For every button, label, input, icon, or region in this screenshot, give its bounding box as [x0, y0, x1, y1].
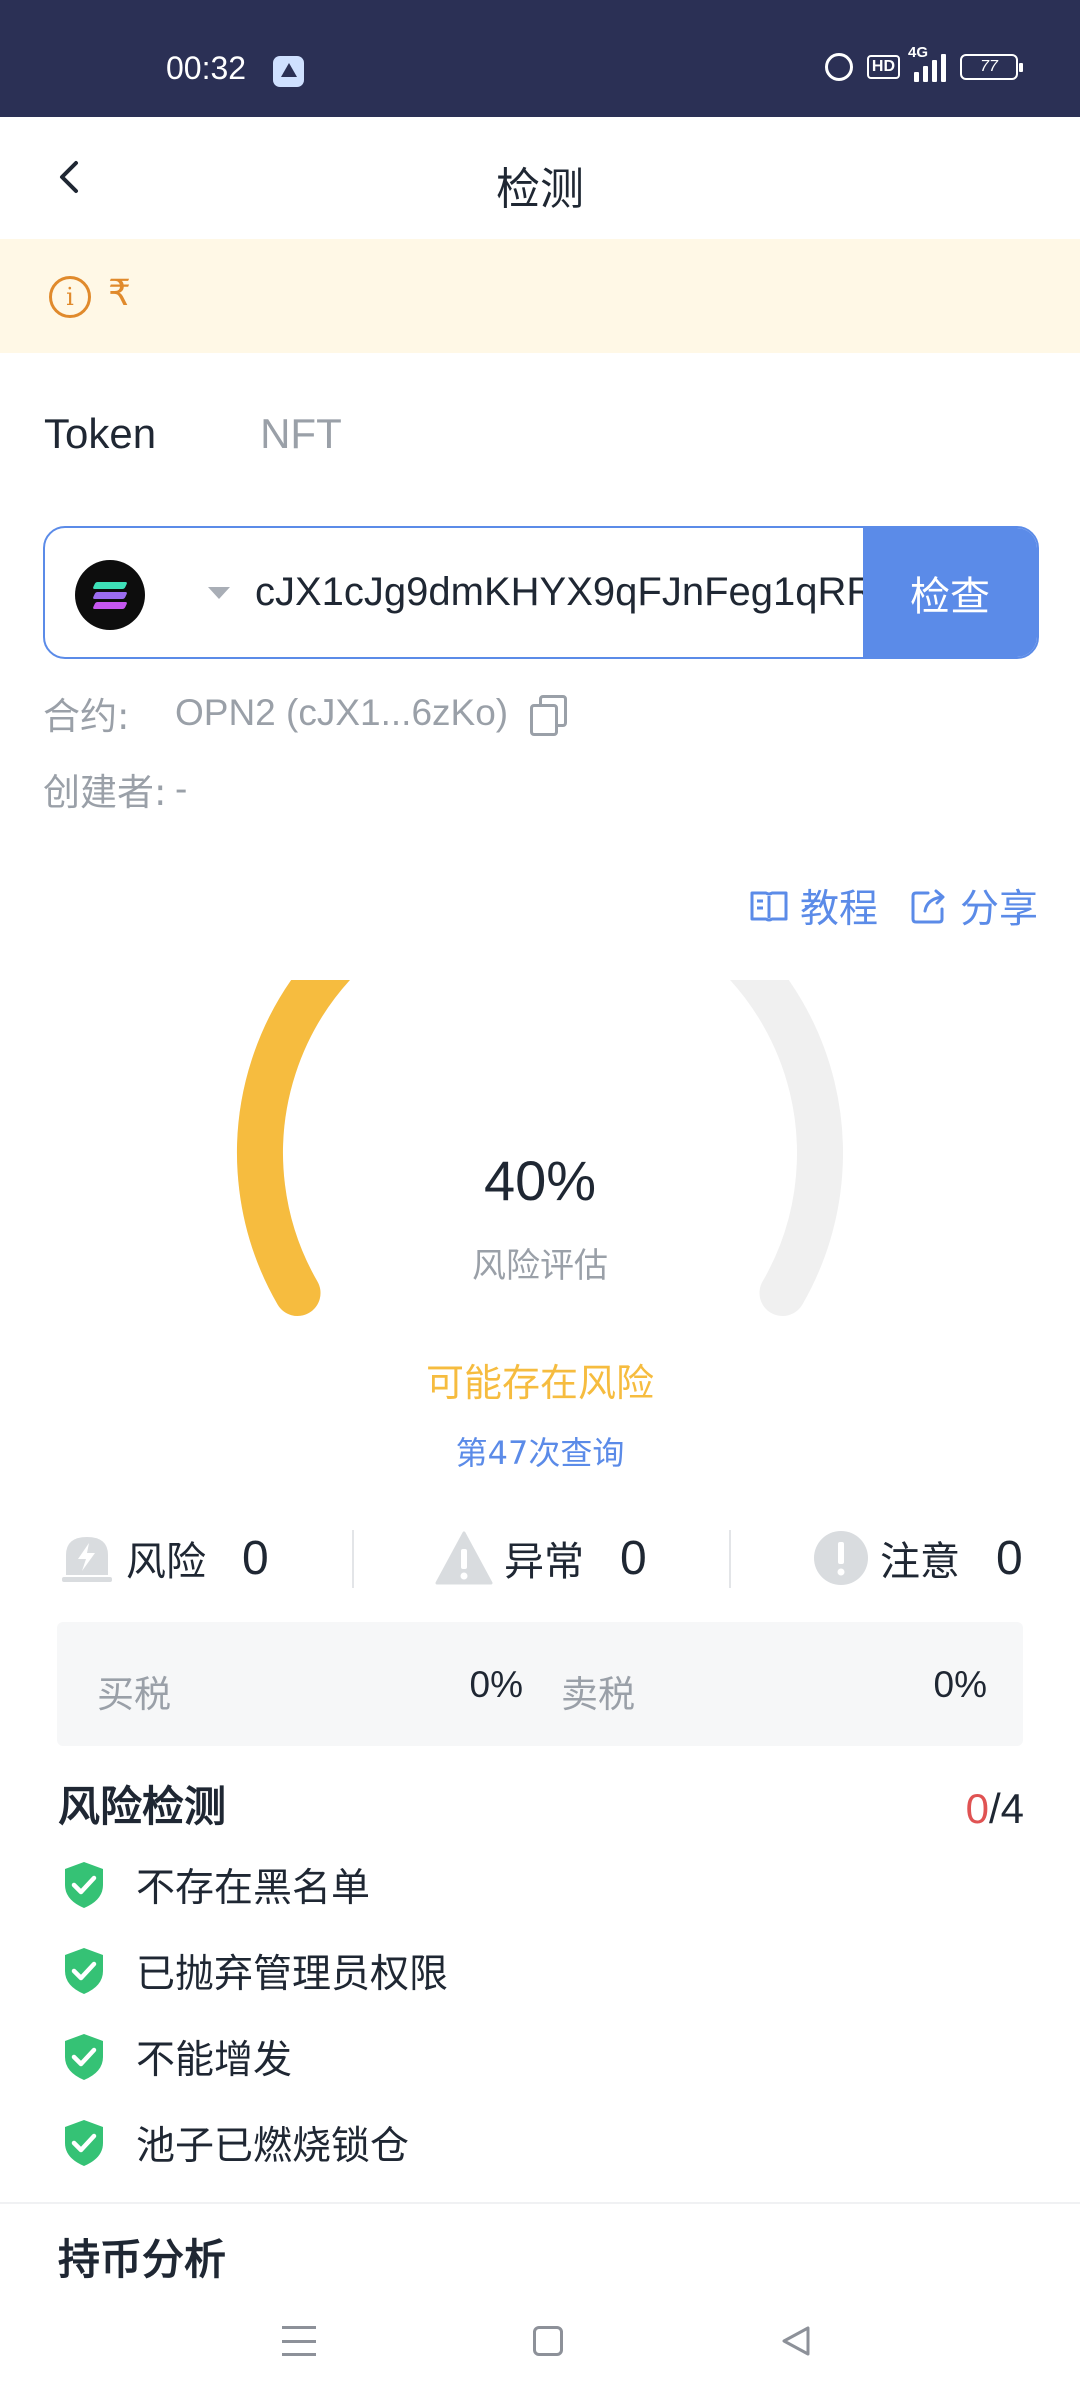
nav-back-button[interactable]	[778, 2324, 812, 2358]
buy-tax-label: 买税	[97, 1673, 171, 1716]
creator-label: 创建者:	[43, 771, 167, 814]
stat-divider	[729, 1530, 731, 1588]
page-title: 检测	[496, 164, 584, 215]
battery-icon: 77	[960, 54, 1023, 80]
recent-apps-button[interactable]	[282, 2326, 316, 2356]
check-item: 不能增发	[62, 2029, 292, 2085]
check-button[interactable]: 检查	[863, 528, 1037, 657]
risk-icon	[62, 1537, 112, 1582]
notice-banner: i ₹	[0, 239, 1080, 353]
sell-tax-label: 卖税	[561, 1673, 635, 1716]
risk-level-text: 可能存在风险	[425, 1361, 654, 1405]
risk-percent: 40%	[483, 1149, 597, 1212]
check-item-text: 不能增发	[136, 2038, 293, 2083]
stat-risk-label: 风险	[126, 1539, 206, 1585]
risk-hit-count: 0	[965, 1785, 989, 1832]
tutorial-link[interactable]: 教程	[748, 878, 878, 934]
creator-value: -	[175, 768, 188, 809]
attention-icon	[814, 1531, 868, 1585]
risk-stats: 风险 0 异常 0 注意 0	[0, 1520, 1080, 1596]
contract-row: 合约: OPN2 (cJX1...6zKo)	[43, 686, 568, 740]
check-item-text: 池子已燃烧锁仓	[136, 2124, 410, 2169]
risk-check-count: 0/4	[966, 1785, 1024, 1833]
system-nav-bar	[0, 2296, 1080, 2400]
check-item: 池子已燃烧锁仓	[62, 2115, 409, 2171]
stat-risk: 风险 0	[58, 1520, 269, 1596]
tab-nft[interactable]: NFT	[260, 410, 342, 458]
signal-icon: 4G	[908, 44, 946, 82]
share-icon	[911, 889, 945, 924]
check-item-text: 不存在黑名单	[136, 1866, 371, 1911]
action-links: 教程 分享	[748, 878, 1038, 934]
check-item-text: 已抛弃管理员权限	[136, 1952, 449, 1997]
holding-analysis-title: 持币分析	[58, 2235, 227, 2284]
share-label: 分享	[959, 887, 1038, 932]
check-item: 不存在黑名单	[62, 1857, 370, 1913]
risk-assessment-label: 风险评估	[472, 1246, 608, 1286]
stat-abnormal-value: 0	[620, 1531, 647, 1585]
stat-risk-value: 0	[242, 1531, 269, 1585]
asset-type-tabs: Token NFT	[44, 410, 342, 458]
tax-panel: 买税 0% 卖税 0%	[57, 1622, 1023, 1746]
share-link[interactable]: 分享	[908, 878, 1038, 934]
shield-check-icon	[65, 2034, 103, 2080]
contract-value: OPN2 (cJX1...6zKo)	[175, 692, 509, 733]
buy-tax-value: 0%	[469, 1664, 523, 1705]
stat-attention: 注意 0	[812, 1520, 1023, 1596]
app-notification-icon	[273, 56, 304, 87]
shield-check-icon	[65, 1862, 103, 1908]
contract-label: 合约:	[43, 695, 130, 738]
stat-attention-value: 0	[996, 1531, 1023, 1585]
status-bar: 00:32 HD 4G 77	[0, 0, 1080, 117]
risk-check-title: 风险检测	[58, 1782, 227, 1831]
info-icon: i	[49, 276, 91, 318]
hd-icon: HD	[866, 55, 900, 79]
check-item: 已抛弃管理员权限	[62, 1943, 448, 1999]
address-input[interactable]	[215, 528, 887, 657]
tab-token[interactable]: Token	[44, 410, 156, 458]
copy-icon[interactable]	[530, 695, 568, 736]
status-time: 00:32	[166, 50, 247, 86]
status-indicators: HD 4G 77	[824, 44, 1023, 82]
address-search-box: 检查	[43, 526, 1039, 659]
shield-check-icon	[65, 2120, 103, 2166]
shield-check-icon	[65, 1948, 103, 1994]
stat-divider	[352, 1530, 354, 1588]
risk-count-separator: /	[988, 1785, 1001, 1832]
alarm-icon	[824, 53, 853, 81]
risk-total-count: 4	[1000, 1785, 1024, 1832]
stat-attention-label: 注意	[880, 1539, 960, 1585]
sell-tax-value: 0%	[933, 1664, 987, 1705]
creator-row: 创建者: -	[43, 762, 187, 816]
query-count: 第47次查询	[455, 1434, 625, 1472]
notice-text: ₹	[108, 273, 131, 314]
home-button[interactable]	[533, 2326, 563, 2356]
app-header: 检测	[0, 117, 1080, 239]
book-icon	[750, 891, 788, 922]
tutorial-label: 教程	[799, 887, 878, 932]
network-type: 4G	[908, 44, 929, 61]
stat-abnormal-label: 异常	[504, 1539, 584, 1585]
section-divider	[0, 2202, 1080, 2204]
solana-logo-icon[interactable]	[75, 560, 145, 630]
stat-abnormal: 异常 0	[434, 1520, 647, 1596]
warning-icon	[435, 1531, 493, 1585]
